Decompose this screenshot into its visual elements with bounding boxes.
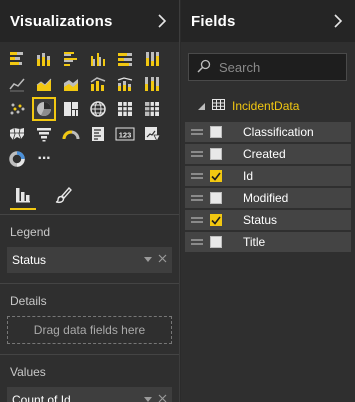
- details-well: Details Drag data fields here: [0, 284, 179, 344]
- 100-stacked-bar-chart-icon[interactable]: [114, 48, 136, 70]
- remove-icon[interactable]: [158, 254, 167, 266]
- values-well: Values Count of Id: [0, 355, 179, 402]
- donut-chart-icon[interactable]: [6, 148, 28, 170]
- line-chart-icon[interactable]: [6, 73, 28, 95]
- visualizations-pane: Visualizations 123 ··· Legend Status Det…: [0, 0, 180, 402]
- multi-row-card-icon[interactable]: [87, 123, 109, 145]
- legend-field-actions: [144, 254, 167, 266]
- stacked-area-chart-icon[interactable]: [60, 73, 82, 95]
- visual-gallery: 123 ···: [0, 42, 179, 170]
- field-item-classification[interactable]: Classification: [185, 122, 351, 142]
- field-checkbox[interactable]: [210, 214, 222, 226]
- field-checkbox[interactable]: [210, 170, 222, 182]
- table-icon[interactable]: [114, 98, 136, 120]
- table-incidentdata[interactable]: IncidentData: [181, 96, 355, 116]
- line-and-column-chart-icon[interactable]: [87, 73, 109, 95]
- field-label: Classification: [243, 125, 314, 139]
- card-icon[interactable]: 123: [114, 123, 136, 145]
- field-item-modified[interactable]: Modified: [185, 188, 351, 208]
- drag-handle-icon[interactable]: [191, 195, 203, 201]
- filled-map-icon[interactable]: [6, 123, 28, 145]
- field-checkbox[interactable]: [210, 236, 222, 248]
- drag-handle-icon[interactable]: [191, 217, 203, 223]
- table-name: IncidentData: [232, 99, 300, 113]
- field-label: Id: [243, 169, 254, 183]
- scatter-chart-icon[interactable]: [6, 98, 28, 120]
- remove-icon[interactable]: [158, 394, 167, 402]
- treemap-icon[interactable]: [60, 98, 82, 120]
- card-icon-text: 123: [119, 131, 132, 140]
- dropdown-arrow-icon[interactable]: [144, 255, 152, 266]
- chevron-right-icon[interactable]: [155, 14, 169, 28]
- fields-tab-icon[interactable]: [10, 183, 36, 210]
- values-label: Values: [10, 365, 46, 379]
- legend-well: Legend Status: [0, 215, 179, 273]
- field-label: Created: [243, 147, 286, 161]
- values-field-actions: [144, 394, 167, 402]
- pie-chart-icon[interactable]: [32, 97, 56, 121]
- fields-pane: Fields IncidentData Classification Creat…: [181, 0, 355, 402]
- ribbon-chart-icon[interactable]: [141, 73, 163, 95]
- field-label: Title: [243, 235, 266, 249]
- field-list: Classification Created Id Modified Statu…: [181, 122, 355, 252]
- legend-label: Legend: [10, 225, 51, 239]
- format-paintbrush-icon[interactable]: [52, 183, 74, 207]
- fields-search[interactable]: [188, 53, 347, 81]
- field-checkbox[interactable]: [210, 126, 222, 138]
- fields-header: Fields: [181, 0, 355, 42]
- line-and-stacked-column-chart-icon[interactable]: [114, 73, 136, 95]
- search-input[interactable]: [219, 59, 319, 75]
- legend-field[interactable]: Status: [7, 247, 172, 273]
- area-chart-icon[interactable]: [33, 73, 55, 95]
- more-visuals-icon[interactable]: ···: [33, 148, 55, 170]
- chevron-right-icon[interactable]: [331, 14, 345, 28]
- drag-handle-icon[interactable]: [191, 151, 203, 157]
- legend-field-name: Status: [12, 253, 47, 267]
- visualizations-header: Visualizations: [0, 0, 179, 42]
- expand-collapse-icon[interactable]: [198, 99, 205, 113]
- matrix-icon[interactable]: [141, 98, 163, 120]
- details-drop-zone[interactable]: Drag data fields here: [7, 316, 172, 344]
- visualization-tools: [0, 180, 179, 210]
- map-icon[interactable]: [87, 98, 109, 120]
- dropdown-arrow-icon[interactable]: [144, 395, 152, 402]
- stacked-bar-chart-icon[interactable]: [6, 48, 28, 70]
- checkmark-icon: [211, 216, 221, 225]
- values-field-name: Count of Id: [12, 393, 71, 402]
- drag-handle-icon[interactable]: [191, 173, 203, 179]
- search-icon: [197, 59, 211, 76]
- checkmark-icon: [211, 172, 221, 181]
- 100-stacked-column-chart-icon[interactable]: [141, 48, 163, 70]
- visualizations-title: Visualizations: [10, 12, 113, 30]
- more-visuals-label: ···: [37, 150, 52, 167]
- gauge-icon[interactable]: [60, 123, 82, 145]
- field-label: Status: [243, 213, 278, 227]
- field-item-created[interactable]: Created: [185, 144, 351, 164]
- kpi-icon[interactable]: [141, 123, 163, 145]
- fields-title: Fields: [191, 12, 236, 30]
- drag-handle-icon[interactable]: [191, 239, 203, 245]
- field-label: Modified: [243, 191, 289, 205]
- funnel-chart-icon[interactable]: [33, 123, 55, 145]
- table-icon: [212, 99, 225, 113]
- drag-handle-icon[interactable]: [191, 129, 203, 135]
- values-field[interactable]: Count of Id: [7, 387, 172, 402]
- field-item-id[interactable]: Id: [185, 166, 351, 186]
- field-checkbox[interactable]: [210, 192, 222, 204]
- stacked-column-chart-icon[interactable]: [33, 48, 55, 70]
- field-item-status[interactable]: Status: [185, 210, 351, 230]
- field-checkbox[interactable]: [210, 148, 222, 160]
- clustered-column-chart-icon[interactable]: [87, 48, 109, 70]
- field-item-title[interactable]: Title: [185, 232, 351, 252]
- details-label: Details: [10, 294, 47, 308]
- clustered-bar-chart-icon[interactable]: [60, 48, 82, 70]
